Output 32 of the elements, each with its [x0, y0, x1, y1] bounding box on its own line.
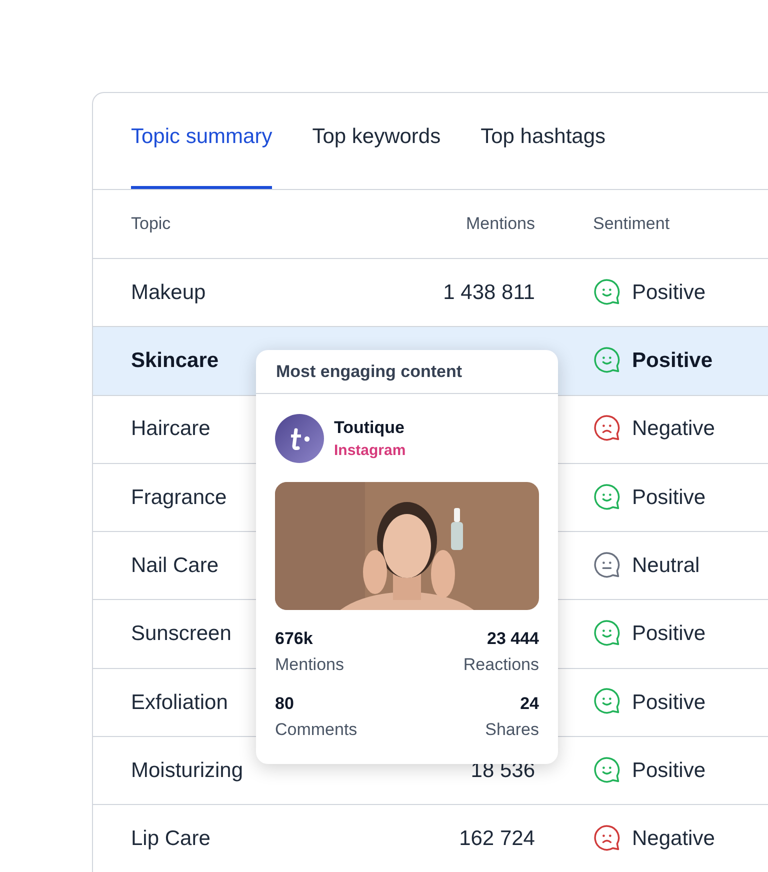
sentiment-label: Positive: [632, 348, 713, 374]
topic-cell: Sunscreen: [131, 622, 232, 646]
topic-cell: Fragrance: [131, 486, 227, 509]
mentions-cell-text: 162 724: [459, 826, 535, 852]
stat-label: Mentions: [275, 654, 344, 676]
sentiment-label: Positive: [632, 621, 706, 648]
topic-cell: Lip Care: [131, 827, 210, 850]
topic-cell: Skincare: [131, 349, 219, 372]
account-name: Toutique: [334, 416, 406, 438]
stat-value: 24: [520, 693, 539, 715]
stat-value: 676k: [275, 628, 313, 650]
stat-label: Reactions: [463, 654, 539, 676]
sentiment-label: Positive: [632, 484, 706, 511]
sentiment-label: Positive: [632, 690, 706, 716]
topic-cell: Exfoliation: [131, 690, 228, 714]
sentiment-label: Negative: [632, 416, 715, 442]
stat-value: 80: [275, 693, 294, 715]
sentiment-label: Neutral: [632, 553, 700, 580]
topic-cell: Nail Care: [131, 554, 219, 578]
column-header: Mentions: [466, 213, 535, 236]
topic-cell: Makeup: [131, 280, 206, 304]
sentiment-label: Negative: [632, 826, 715, 852]
platform-name: Instagram: [334, 441, 406, 461]
sentiment-label: Positive: [632, 280, 706, 306]
sentiment-label: Positive: [632, 758, 706, 784]
column-header: Topic: [131, 214, 171, 234]
stat-value: 23 444: [487, 628, 539, 650]
column-header: Sentiment: [592, 213, 670, 236]
mentions-cell-text: 1 438 811: [443, 280, 535, 306]
popup-title: Most engaging content: [276, 360, 462, 383]
topic-cell: Moisturizing: [131, 758, 244, 782]
topic-cell: Haircare: [131, 417, 210, 440]
